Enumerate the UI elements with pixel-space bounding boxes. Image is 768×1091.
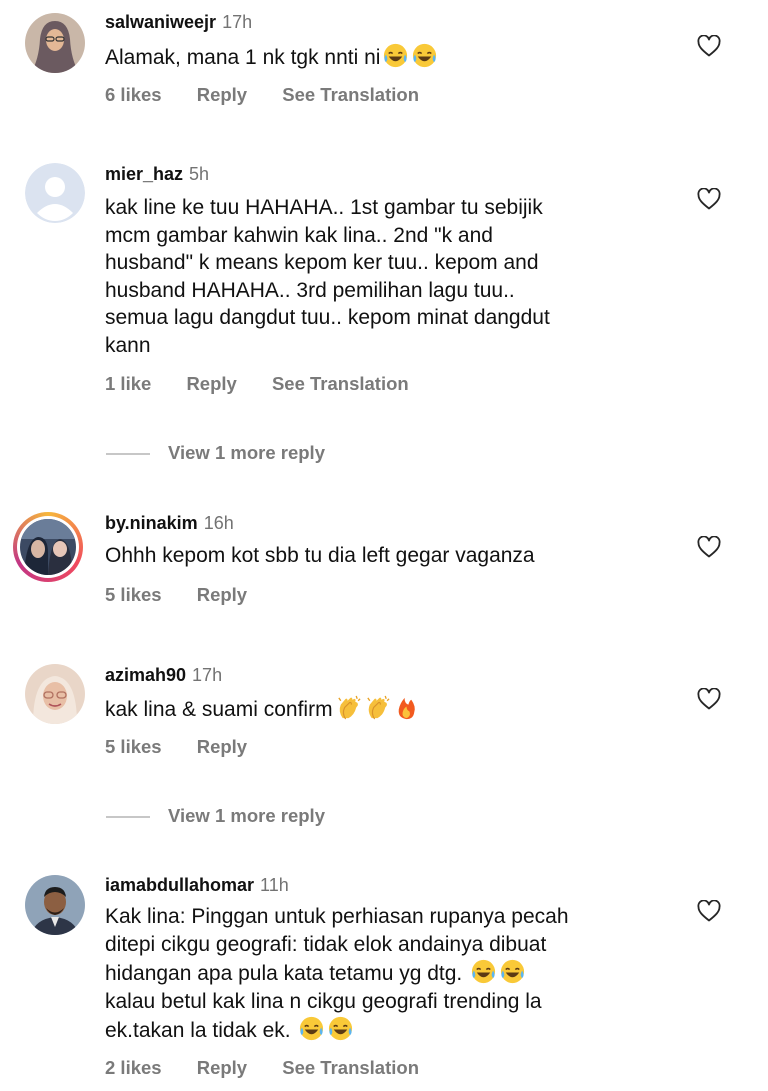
comment-item: by.ninakim 16h Ohhh kepom kot sbb tu dia … bbox=[0, 500, 768, 630]
laughing-tears-emoji bbox=[329, 1016, 353, 1041]
view-more-replies-label: View 1 more reply bbox=[168, 442, 325, 463]
heart-outline-icon[interactable] bbox=[697, 900, 721, 922]
comment-actions: 5 likes Reply bbox=[105, 736, 247, 758]
avatar[interactable] bbox=[13, 512, 83, 582]
comment-text: kak lina & suami confirm bbox=[105, 694, 665, 724]
fire-emoji bbox=[398, 697, 415, 720]
heart-outline-icon[interactable] bbox=[697, 536, 721, 558]
likes-count[interactable]: 1 like bbox=[105, 373, 151, 395]
reply-button[interactable]: Reply bbox=[197, 1057, 247, 1079]
comment-header: salwaniweejr 17h bbox=[105, 11, 252, 33]
reply-button[interactable]: Reply bbox=[186, 373, 236, 395]
comment-item: iamabdullahomar 11h Kak lina: Pinggan unt… bbox=[0, 862, 768, 1091]
comment-header: by.ninakim 16h bbox=[105, 512, 234, 534]
reply-button[interactable]: Reply bbox=[197, 584, 247, 606]
comment-item: mier_haz 5h kak line ke tuu HAHAHA.. 1st … bbox=[0, 150, 768, 480]
username[interactable]: by.ninakim bbox=[105, 513, 198, 533]
comment-actions: 1 like Reply See Translation bbox=[105, 373, 409, 395]
likes-count[interactable]: 2 likes bbox=[105, 1057, 162, 1079]
comment-item: azimah90 17h kak lina & suami confirm 5 l… bbox=[0, 652, 768, 842]
avatar[interactable] bbox=[25, 163, 85, 223]
clapping-hands-emoji bbox=[337, 695, 361, 720]
laughing-tears-emoji bbox=[384, 43, 408, 68]
comment-actions: 2 likes Reply See Translation bbox=[105, 1057, 419, 1079]
see-translation-button[interactable]: See Translation bbox=[282, 1057, 419, 1079]
likes-count[interactable]: 6 likes bbox=[105, 84, 162, 106]
avatar[interactable] bbox=[25, 875, 85, 935]
laughing-tears-emoji bbox=[472, 959, 496, 984]
laughing-tears-emoji bbox=[413, 43, 437, 68]
likes-count[interactable]: 5 likes bbox=[105, 584, 162, 606]
clapping-hands-emoji bbox=[366, 695, 390, 720]
username[interactable]: iamabdullahomar bbox=[105, 875, 254, 895]
reply-button[interactable]: Reply bbox=[197, 736, 247, 758]
reply-divider bbox=[106, 816, 150, 818]
comment-header: mier_haz 5h bbox=[105, 163, 209, 185]
comment-time: 11h bbox=[260, 875, 289, 895]
comment-item: salwaniweejr 17h Alamak, mana 1 nk tgk nn… bbox=[0, 0, 768, 130]
comment-text: Kak lina: Pinggan untuk perhiasan rupany… bbox=[105, 905, 569, 1042]
comment-text: Ohhh kepom kot sbb tu dia left gegar vag… bbox=[105, 544, 535, 567]
see-translation-button[interactable]: See Translation bbox=[272, 373, 409, 395]
comment-header: azimah90 17h bbox=[105, 664, 222, 686]
heart-outline-icon[interactable] bbox=[697, 188, 721, 210]
avatar[interactable] bbox=[25, 664, 85, 724]
username[interactable]: salwaniweejr bbox=[105, 12, 216, 32]
username[interactable]: azimah90 bbox=[105, 665, 186, 685]
view-more-replies-button[interactable]: View 1 more reply bbox=[106, 805, 325, 827]
heart-outline-icon[interactable] bbox=[697, 688, 721, 710]
comment-time: 16h bbox=[203, 513, 234, 533]
comment-time: 17h bbox=[222, 12, 253, 32]
heart-outline-icon[interactable] bbox=[697, 35, 721, 57]
username[interactable]: mier_haz bbox=[105, 164, 183, 184]
reply-divider bbox=[106, 453, 150, 455]
view-more-replies-label: View 1 more reply bbox=[168, 805, 325, 826]
comment-text: Alamak, mana 1 nk tgk nnti ni bbox=[105, 42, 665, 72]
comment-time: 5h bbox=[189, 164, 210, 184]
likes-count[interactable]: 5 likes bbox=[105, 736, 162, 758]
avatar-image bbox=[20, 519, 76, 575]
laughing-tears-emoji bbox=[501, 959, 525, 984]
comment-text: kak line ke tuu HAHAHA.. 1st gambar tu s… bbox=[105, 196, 550, 357]
comment-actions: 6 likes Reply See Translation bbox=[105, 84, 419, 106]
comment-actions: 5 likes Reply bbox=[105, 584, 247, 606]
comment-time: 17h bbox=[192, 665, 223, 685]
see-translation-button[interactable]: See Translation bbox=[282, 84, 419, 106]
reply-button[interactable]: Reply bbox=[197, 84, 247, 106]
laughing-tears-emoji bbox=[300, 1016, 324, 1041]
view-more-replies-button[interactable]: View 1 more reply bbox=[106, 442, 325, 464]
story-ring bbox=[17, 516, 79, 578]
comment-header: iamabdullahomar 11h bbox=[105, 874, 289, 896]
avatar[interactable] bbox=[25, 13, 85, 73]
